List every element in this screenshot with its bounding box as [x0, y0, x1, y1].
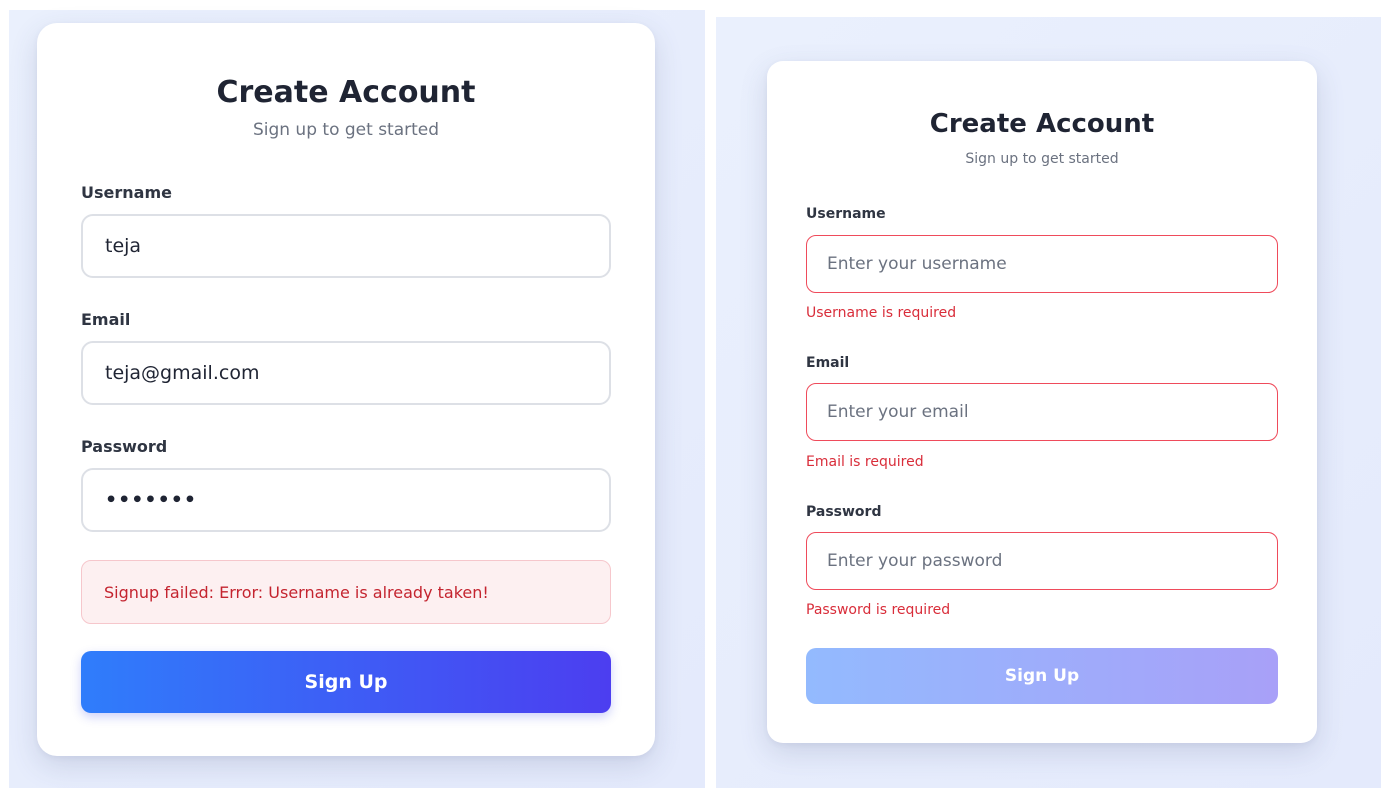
email-placeholder: Enter your email [827, 402, 969, 422]
signup-card: Create Account Sign up to get started Us… [767, 61, 1317, 743]
username-value: teja [105, 235, 142, 257]
email-value: teja@gmail.com [105, 362, 260, 384]
username-placeholder: Enter your username [827, 254, 1007, 274]
signup-card: Create Account Sign up to get started Us… [37, 23, 655, 756]
form-title: Create Account [929, 109, 1155, 139]
sign-up-button[interactable]: Sign Up [81, 651, 611, 713]
email-input[interactable]: teja@gmail.com [81, 341, 611, 405]
form-title: Create Account [216, 75, 476, 110]
password-label: Password [81, 437, 168, 456]
error-alert-text: Signup failed: Error: Username is alread… [104, 582, 489, 602]
error-alert: Signup failed: Error: Username is alread… [81, 560, 611, 624]
username-label: Username [81, 183, 172, 202]
signup-panel-error-state: Create Account Sign up to get started Us… [9, 10, 705, 788]
username-error: Username is required [806, 305, 957, 321]
password-error: Password is required [806, 602, 951, 618]
email-label: Email [806, 355, 850, 371]
form-subtitle: Sign up to get started [252, 120, 440, 140]
email-label: Email [81, 310, 131, 329]
password-value: ••••••• [105, 489, 198, 511]
username-input[interactable]: Enter your username [806, 235, 1278, 293]
email-error: Email is required [806, 454, 924, 470]
sign-up-button[interactable]: Sign Up [806, 648, 1278, 704]
password-label: Password [806, 504, 882, 520]
password-input[interactable]: Enter your password [806, 532, 1278, 590]
username-label: Username [806, 206, 886, 222]
email-input[interactable]: Enter your email [806, 383, 1278, 441]
password-placeholder: Enter your password [827, 551, 1003, 571]
signup-panel-validation-state: Create Account Sign up to get started Us… [716, 17, 1381, 788]
username-input[interactable]: teja [81, 214, 611, 278]
form-subtitle: Sign up to get started [965, 151, 1119, 167]
password-input[interactable]: ••••••• [81, 468, 611, 532]
